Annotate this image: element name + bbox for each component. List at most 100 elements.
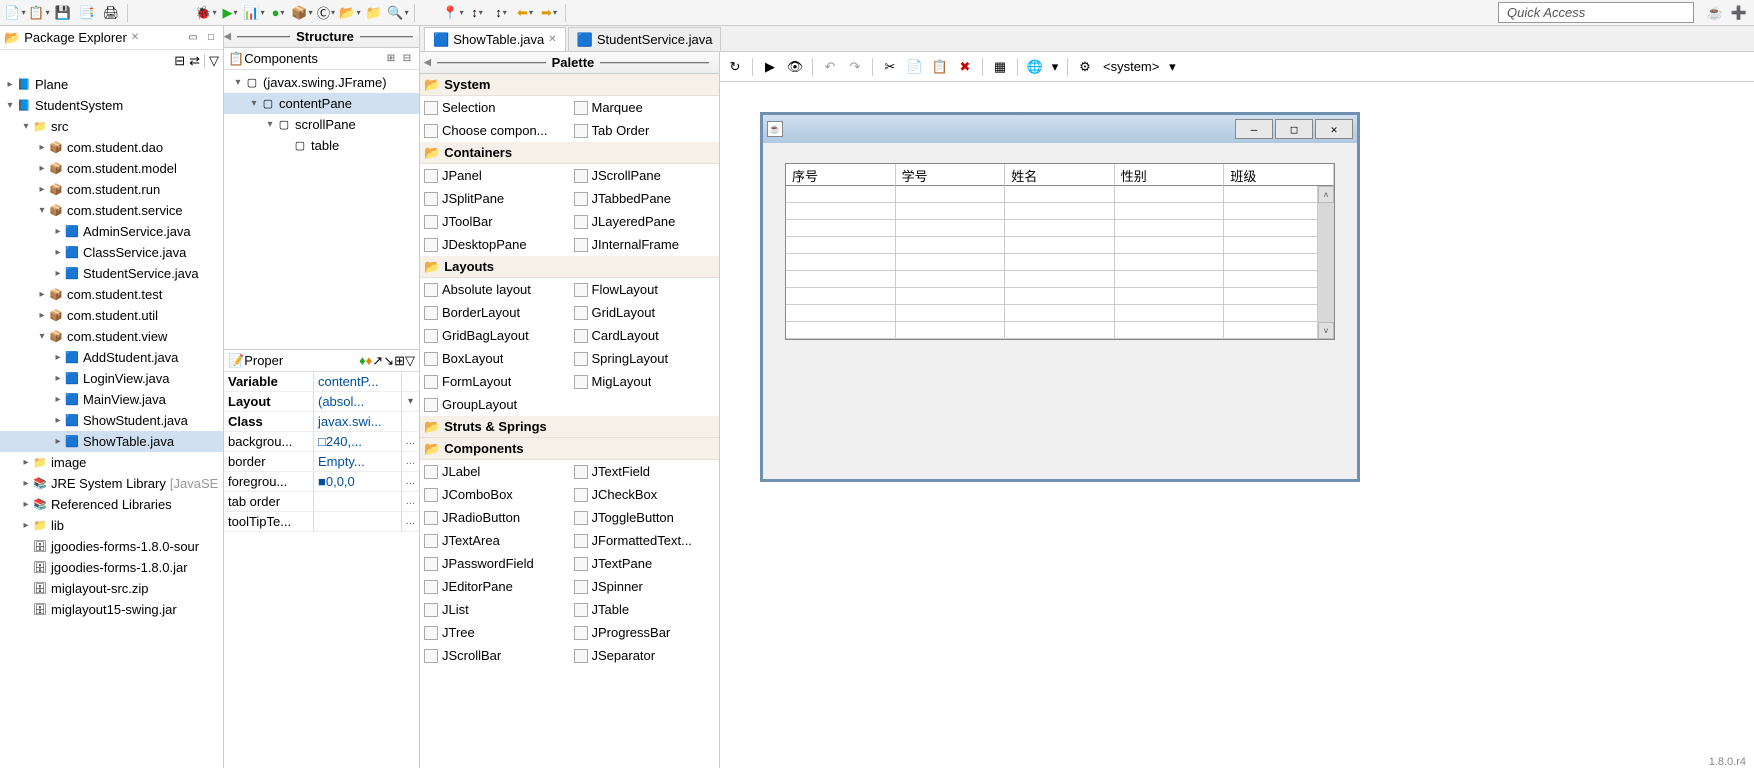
palette-item[interactable]: JToggleButton [570,506,720,529]
property-edit-button[interactable]: ▾ [401,392,419,411]
delete-button[interactable]: ✖ [954,56,976,78]
palette-item[interactable]: JEditorPane [420,575,570,598]
palette-item[interactable]: Absolute layout [420,278,570,301]
palette-item[interactable]: JToolBar [420,210,570,233]
run-button[interactable]: ▶ [219,2,241,24]
undo-button[interactable]: ↶ [819,56,841,78]
tree-item-mainview-java[interactable]: ▸🟦MainView.java [0,389,223,410]
search-button[interactable]: 🔍 [387,2,409,24]
tree-item-studentservice-java[interactable]: ▸🟦StudentService.java [0,263,223,284]
scroll-down-button[interactable]: ˅ [1318,322,1334,339]
palette-item[interactable]: JComboBox [420,483,570,506]
palette-item[interactable]: JTree [420,621,570,644]
tree-item-miglayout-src-zip[interactable]: 🗄miglayout-src.zip [0,578,223,599]
palette-item[interactable]: JPasswordField [420,552,570,575]
property-row[interactable]: borderEmpty...… [224,452,419,472]
palette-item[interactable]: JDesktopPane [420,233,570,256]
palette-item[interactable]: JScrollBar [420,644,570,667]
palette-item[interactable]: JRadioButton [420,506,570,529]
palette-item[interactable]: GridLayout [570,301,720,324]
tree-item-plane[interactable]: ▸📘Plane [0,74,223,95]
forward-button[interactable]: ➡ [538,2,560,24]
tree-item-lib[interactable]: ▸📁lib [0,515,223,536]
debug-button[interactable]: 🐞 [195,2,217,24]
palette-item[interactable]: JTextField [570,460,720,483]
tree-item-studentsystem[interactable]: ▾📘StudentSystem [0,95,223,116]
property-edit-button[interactable]: … [401,492,419,511]
property-row[interactable]: toolTipTe...… [224,512,419,532]
property-row[interactable]: VariablecontentP... [224,372,419,392]
globe-button[interactable]: 🌐 [1024,56,1046,78]
run-last-button[interactable]: ● [267,2,289,24]
redo-button[interactable]: ↷ [844,56,866,78]
refresh-button[interactable]: ↻ [724,56,746,78]
palette-item[interactable]: Selection [420,96,570,119]
tree-item-loginview-java[interactable]: ▸🟦LoginView.java [0,368,223,389]
close-icon[interactable]: ✕ [131,32,139,43]
perspective-java-button[interactable]: ☕ [1704,2,1726,24]
save-button[interactable]: 💾 [52,2,74,24]
tree-item-miglayout15-swing-jar[interactable]: 🗄miglayout15-swing.jar [0,599,223,620]
palette-item[interactable]: BorderLayout [420,301,570,324]
prop-btn-3[interactable]: ↗ [372,353,383,369]
properties-table[interactable]: VariablecontentP...Layout(absol...▾Class… [224,372,419,768]
collapse-all-button[interactable]: ⊟ [399,51,415,67]
tree-item-addstudent-java[interactable]: ▸🟦AddStudent.java [0,347,223,368]
open-type-button[interactable]: 📂 [339,2,361,24]
palette-item[interactable]: JTable [570,598,720,621]
palette-category[interactable]: 📂System [420,74,719,96]
view-menu-button[interactable]: ▽ [209,53,219,69]
property-edit-button[interactable] [401,372,419,391]
property-edit-button[interactable]: … [401,472,419,491]
palette-item[interactable]: GroupLayout [420,393,570,416]
tree-item-image[interactable]: ▸📁image [0,452,223,473]
tree-item-com-student-view[interactable]: ▾📦com.student.view [0,326,223,347]
cut-button[interactable]: ✂ [879,56,901,78]
tree-item-com-student-test[interactable]: ▸📦com.student.test [0,284,223,305]
next-annotation-button[interactable]: ↕ [466,2,488,24]
tree-item-showstudent-java[interactable]: ▸🟦ShowStudent.java [0,410,223,431]
coverage-button[interactable]: 📊 [243,2,265,24]
palette-item[interactable]: JInternalFrame [570,233,720,256]
tree-item-src[interactable]: ▾📁src [0,116,223,137]
palette-category[interactable]: 📂Containers [420,142,719,164]
tree-item-com-student-dao[interactable]: ▸📦com.student.dao [0,137,223,158]
palette-item[interactable]: Marquee [570,96,720,119]
component-item[interactable]: ▢table [224,135,419,156]
globe-dropdown[interactable]: ▾ [1049,56,1061,78]
new-class-button[interactable]: Ⓒ [315,2,337,24]
palette-item[interactable]: JPanel [420,164,570,187]
property-row[interactable]: foregrou...■0,0,0… [224,472,419,492]
new-button[interactable]: 📄 [4,2,26,24]
palette-item[interactable]: JTextArea [420,529,570,552]
editor-tab[interactable]: 🟦ShowTable.java✕ [424,27,566,51]
palette-item[interactable]: BoxLayout [420,347,570,370]
palette-category[interactable]: 📂Components [420,438,719,460]
tree-item-referenced-libraries[interactable]: ▸📚Referenced Libraries [0,494,223,515]
tree-item-com-student-service[interactable]: ▾📦com.student.service [0,200,223,221]
property-edit-button[interactable]: … [401,432,419,451]
tree-item-com-student-run[interactable]: ▸📦com.student.run [0,179,223,200]
palette-item[interactable]: SpringLayout [570,347,720,370]
palette-item[interactable]: JTabbedPane [570,187,720,210]
palette-item[interactable]: JLabel [420,460,570,483]
package-tree[interactable]: ▸📘Plane▾📘StudentSystem▾📁src▸📦com.student… [0,72,223,768]
jframe-preview[interactable]: ☕ — □ ✕ 序号学号姓名性别班级 ˄ [760,112,1360,482]
component-item[interactable]: ▾▢contentPane [224,93,419,114]
palette-item[interactable]: JProgressBar [570,621,720,644]
palette-item[interactable]: Tab Order [570,119,720,142]
quick-access-input[interactable] [1498,2,1694,23]
editor-tab[interactable]: 🟦StudentService.java [568,27,722,51]
tree-item-classservice-java[interactable]: ▸🟦ClassService.java [0,242,223,263]
maximize-button[interactable]: □ [203,30,219,46]
component-item[interactable]: ▾▢(javax.swing.JFrame) [224,72,419,93]
tree-item-com-student-model[interactable]: ▸📦com.student.model [0,158,223,179]
prop-btn-2[interactable]: ♦ [366,353,373,368]
palette-category[interactable]: 📂Struts & Springs [420,416,719,438]
prop-btn-1[interactable]: ♦ [359,353,366,368]
palette-item[interactable]: JFormattedText... [570,529,720,552]
select-button[interactable]: ▦ [989,56,1011,78]
jtable-preview[interactable]: 序号学号姓名性别班级 ˄ ˅ [785,163,1335,340]
palette-item[interactable]: JSeparator [570,644,720,667]
tree-item-jgoodies-forms-1-8-0-jar[interactable]: 🗄jgoodies-forms-1.8.0.jar [0,557,223,578]
